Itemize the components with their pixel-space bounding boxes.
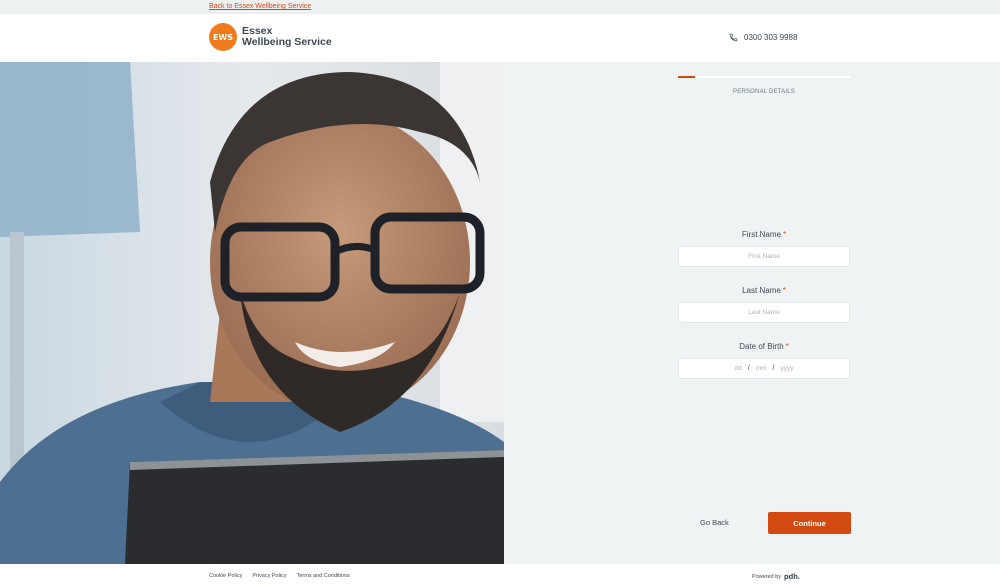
signup-form-panel: PERSONAL DETAILS First Name* Last Name* … bbox=[504, 62, 1000, 564]
last-name-label-text: Last Name bbox=[742, 286, 781, 295]
dob-month-input[interactable]: mm bbox=[756, 365, 767, 372]
progress-bar-fill bbox=[678, 76, 696, 78]
smiling-man-with-laptop-photo bbox=[0, 62, 504, 564]
ews-logo[interactable]: EWS Essex Wellbeing Service bbox=[209, 23, 332, 51]
terms-link[interactable]: Terms and Conditions bbox=[297, 573, 350, 579]
dob-label: Date of Birth * bbox=[678, 342, 850, 351]
dob-separator: / bbox=[772, 365, 775, 372]
step-label: PERSONAL DETAILS bbox=[733, 89, 795, 95]
ews-logo-text: Essex Wellbeing Service bbox=[242, 26, 332, 48]
back-to-site-link[interactable]: Back to Essex Wellbeing Service bbox=[209, 3, 311, 10]
pdh-logo[interactable]: pdh. bbox=[784, 572, 800, 581]
site-header: EWS Essex Wellbeing Service 0300 303 998… bbox=[0, 14, 1000, 62]
dob-separator: / bbox=[747, 365, 750, 372]
dob-day-input[interactable]: dd bbox=[735, 365, 742, 372]
site-footer: Cookie Policy Privacy Policy Terms and C… bbox=[0, 564, 1000, 588]
first-name-input[interactable] bbox=[678, 246, 850, 267]
photo-illustration bbox=[0, 62, 504, 564]
phone-contact[interactable]: 0300 303 9988 bbox=[729, 33, 797, 42]
powered-by-text: Powered by bbox=[752, 573, 782, 580]
dob-year-input[interactable]: yyyy bbox=[780, 365, 793, 372]
last-name-input[interactable] bbox=[678, 302, 850, 323]
footer-links: Cookie Policy Privacy Policy Terms and C… bbox=[209, 573, 360, 579]
first-name-label-text: First Name bbox=[741, 230, 781, 239]
powered-by: Powered by pdh. bbox=[752, 572, 800, 581]
top-bar: Back to Essex Wellbeing Service bbox=[0, 0, 1000, 14]
phone-number: 0300 303 9988 bbox=[744, 33, 798, 42]
phone-icon bbox=[729, 33, 738, 42]
required-marker: * bbox=[785, 342, 789, 351]
required-marker: * bbox=[783, 230, 787, 239]
dob-field: dd / mm / yyyy bbox=[678, 358, 850, 379]
logo-line-2: Wellbeing Service bbox=[242, 36, 332, 48]
cookie-policy-link[interactable]: Cookie Policy bbox=[209, 573, 242, 579]
last-name-label: Last Name * bbox=[678, 286, 850, 295]
required-marker: * bbox=[782, 286, 786, 295]
ews-logo-badge: EWS bbox=[209, 23, 237, 51]
progress-bar bbox=[678, 76, 850, 78]
go-back-button[interactable]: Go Back bbox=[700, 518, 729, 527]
dob-label-text: Date of Birth bbox=[739, 342, 784, 351]
first-name-label: First Name * bbox=[678, 230, 850, 239]
privacy-policy-link[interactable]: Privacy Policy bbox=[252, 573, 286, 579]
continue-button[interactable]: Continue bbox=[768, 512, 851, 534]
